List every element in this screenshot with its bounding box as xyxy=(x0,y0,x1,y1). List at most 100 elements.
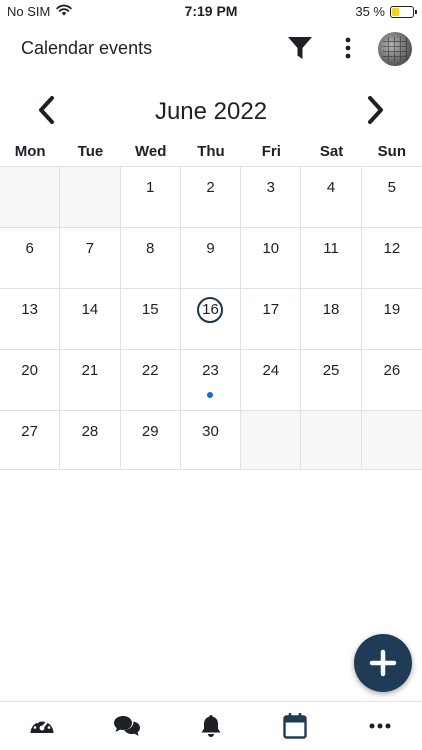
empty-day-cell xyxy=(361,411,422,469)
tab-messages[interactable] xyxy=(84,702,168,750)
day-number: 13 xyxy=(21,301,38,318)
day-cell[interactable]: 2 xyxy=(180,167,242,227)
tab-calendar[interactable] xyxy=(253,702,337,750)
more-horizontal-icon xyxy=(369,723,391,729)
speedometer-icon xyxy=(30,718,54,733)
day-cell[interactable]: 23 xyxy=(180,350,242,410)
day-number: 15 xyxy=(141,301,159,318)
add-event-button[interactable] xyxy=(354,634,412,692)
day-number: 10 xyxy=(262,240,280,257)
tab-dashboard[interactable] xyxy=(0,702,84,750)
chat-bubbles-icon xyxy=(113,716,140,736)
day-number: 7 xyxy=(85,240,95,257)
bottom-navigation xyxy=(0,701,422,750)
week-row: 13 14 15 16 17 18 19 xyxy=(0,289,422,350)
chevron-right-icon xyxy=(368,96,383,124)
day-number: 9 xyxy=(206,240,215,257)
day-cell[interactable]: 29 xyxy=(120,411,181,469)
day-number: 6 xyxy=(25,240,34,257)
week-row: 20 21 22 23 24 25 26 xyxy=(0,350,422,411)
month-label: June 2022 xyxy=(154,98,268,125)
day-number: 5 xyxy=(387,179,397,196)
tab-more[interactable] xyxy=(338,702,422,750)
day-cell[interactable]: 8 xyxy=(120,228,181,288)
tab-notifications[interactable] xyxy=(169,702,253,750)
day-cell[interactable]: 18 xyxy=(301,289,362,349)
weekday-label: Sun xyxy=(377,143,407,160)
more-options-button[interactable] xyxy=(338,34,358,62)
plus-icon xyxy=(369,649,397,677)
weekday-label: Mon xyxy=(14,143,46,160)
weekday-label: Thu xyxy=(197,143,225,160)
day-number: 16 xyxy=(202,301,219,318)
empty-day-cell xyxy=(241,411,302,469)
day-cell[interactable]: 15 xyxy=(120,289,181,349)
day-cell[interactable]: 9 xyxy=(180,228,242,288)
day-cell[interactable]: 24 xyxy=(241,350,302,410)
day-number: 24 xyxy=(262,362,280,379)
day-cell[interactable]: 16 xyxy=(180,289,242,349)
day-cell[interactable]: 30 xyxy=(180,411,242,469)
calendar-icon xyxy=(283,713,308,739)
day-cell[interactable]: 10 xyxy=(241,228,302,288)
day-number: 17 xyxy=(262,301,280,318)
filter-button[interactable] xyxy=(286,34,314,62)
week-row: 27 28 29 30 xyxy=(0,411,422,470)
battery-percent: 35 % xyxy=(355,4,385,19)
day-number: 27 xyxy=(21,423,38,440)
day-number: 28 xyxy=(81,423,99,440)
status-right: 35 % xyxy=(355,4,417,19)
next-month-button[interactable] xyxy=(363,94,389,126)
day-cell[interactable]: 17 xyxy=(241,289,302,349)
day-number: 2 xyxy=(206,179,215,196)
day-cell[interactable]: 26 xyxy=(361,350,422,410)
day-number: 21 xyxy=(81,362,99,379)
day-number: 23 xyxy=(202,362,219,379)
day-cell[interactable]: 25 xyxy=(301,350,362,410)
day-number: 11 xyxy=(323,240,339,257)
day-cell[interactable]: 12 xyxy=(361,228,422,288)
event-indicator-dot xyxy=(207,392,214,398)
empty-day-cell xyxy=(0,167,61,227)
day-number: 26 xyxy=(383,362,401,379)
calendar-grid: 1 2 3 4 5 6 7 8 9 10 11 12 13 14 15 16 17 18 19 20 21 22 23 24 2… xyxy=(0,166,422,470)
bell-icon xyxy=(201,715,221,737)
week-row: 1 2 3 4 5 xyxy=(0,167,422,228)
weekday-label: Tue xyxy=(77,143,104,160)
empty-day-cell xyxy=(301,411,362,469)
day-number: 1 xyxy=(146,179,155,196)
day-cell[interactable]: 1 xyxy=(120,167,181,227)
day-number: 30 xyxy=(202,423,219,440)
weekday-label: Wed xyxy=(135,143,167,160)
day-cell[interactable]: 28 xyxy=(60,411,121,469)
more-vertical-icon xyxy=(345,37,351,59)
day-cell[interactable]: 20 xyxy=(0,350,61,410)
battery-fill xyxy=(392,7,399,16)
day-cell[interactable]: 4 xyxy=(301,167,362,227)
day-number: 14 xyxy=(81,301,99,318)
app-header: Calendar events xyxy=(0,26,422,70)
day-cell[interactable]: 3 xyxy=(241,167,302,227)
day-cell[interactable]: 21 xyxy=(60,350,121,410)
day-cell[interactable]: 13 xyxy=(0,289,61,349)
day-cell[interactable]: 6 xyxy=(0,228,61,288)
day-number: 29 xyxy=(141,423,159,440)
battery-icon xyxy=(390,5,417,18)
day-number: 18 xyxy=(322,301,340,318)
day-cell[interactable]: 19 xyxy=(361,289,422,349)
user-avatar[interactable] xyxy=(378,32,412,66)
day-cell[interactable]: 27 xyxy=(0,411,61,469)
empty-day-cell xyxy=(60,167,121,227)
day-cell[interactable]: 11 xyxy=(301,228,362,288)
day-cell[interactable]: 14 xyxy=(60,289,121,349)
page-title: Calendar events xyxy=(21,38,153,58)
day-number: 8 xyxy=(146,240,155,257)
day-cell[interactable]: 7 xyxy=(60,228,121,288)
filter-icon xyxy=(288,37,312,59)
month-navigation: June 2022 xyxy=(0,88,422,134)
day-cell[interactable]: 5 xyxy=(361,167,422,227)
day-number: 22 xyxy=(141,362,159,379)
weekday-label: Fri xyxy=(261,143,281,160)
day-cell[interactable]: 22 xyxy=(120,350,181,410)
week-row: 6 7 8 9 10 11 12 xyxy=(0,228,422,289)
